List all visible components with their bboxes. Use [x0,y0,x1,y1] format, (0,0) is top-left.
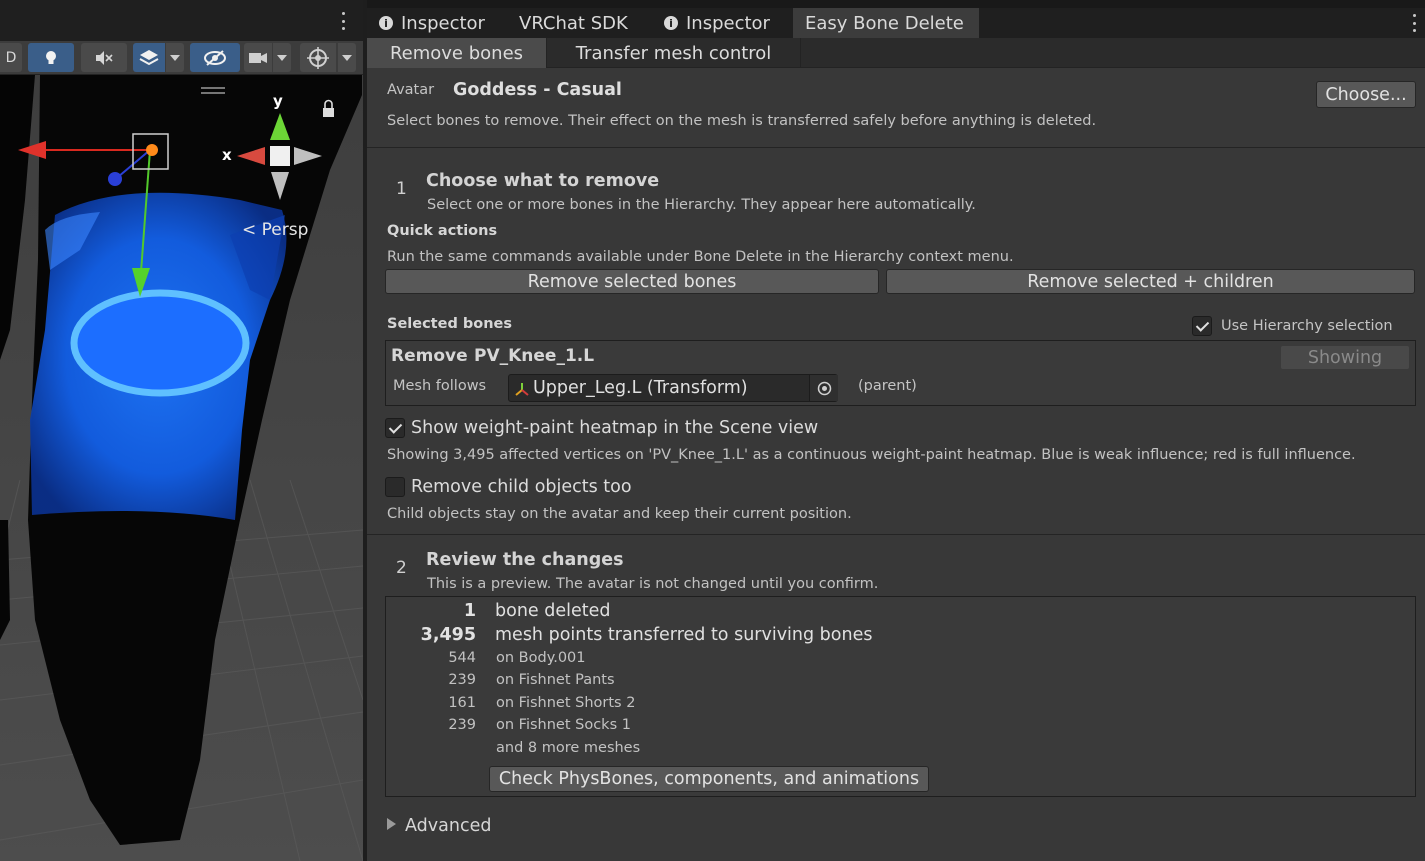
foldout-arrow-icon[interactable] [387,818,397,832]
avatar-name: Goddess - Casual [453,80,622,100]
quick-actions-title: Quick actions [387,223,498,239]
tab-easy-bone-delete[interactable]: Easy Bone Delete [793,8,979,38]
eye-hidden-icon [204,49,226,66]
remove-children-description: Child objects stay on the avatar and kee… [387,506,852,522]
heatmap-checkbox[interactable] [385,418,405,438]
scene-view[interactable]: D y x < Persp [0,0,363,861]
layers-icon [139,49,159,65]
mesh-label: on Fishnet Shorts 2 [496,695,636,711]
remove-children-label[interactable]: Remove child objects too [411,477,632,497]
selected-bone-card: Remove PV_Knee_1.L Showing Mesh follows … [385,340,1416,406]
easy-bone-delete-panel: Remove bones Transfer mesh control Avata… [367,38,1425,861]
mode-tabs: Remove bones Transfer mesh control [367,38,1425,68]
step1-number: 1 [396,179,407,199]
window-top-strip [367,0,1425,8]
mesh-label: on Fishnet Pants [496,672,615,688]
bones-deleted-label: bone deleted [495,601,611,621]
step2-subtitle: This is a preview. The avatar is not cha… [427,576,879,592]
tab-vrchat-sdk[interactable]: VRChat SDK [507,8,652,38]
remove-children-checkbox[interactable] [385,477,405,497]
mesh-count: 239 [448,717,476,733]
advanced-foldout[interactable]: Advanced [405,816,491,836]
mesh-label: on Body.001 [496,650,586,666]
section-divider [367,534,1425,535]
use-hierarchy-checkbox[interactable] [1192,316,1212,336]
mesh-label: on Fishnet Socks 1 [496,717,631,733]
effects-toggle-button[interactable] [133,43,165,72]
choose-avatar-button[interactable]: Choose... [1316,81,1416,108]
mesh-count: 544 [448,650,476,666]
tab-remove-bones[interactable]: Remove bones [367,38,547,68]
chevron-down-icon [277,54,287,61]
effects-dropdown-button[interactable] [166,43,184,72]
lighting-toggle-button[interactable] [28,43,74,72]
section-divider [367,147,1425,148]
tab-inspector-1[interactable]: i Inspector [367,8,507,38]
parent-note: (parent) [858,378,917,394]
gizmo-z-handle[interactable] [108,172,122,186]
gizmos-button[interactable] [300,43,336,72]
2d-toggle-button[interactable]: D [0,43,22,72]
mesh-count: 161 [448,695,476,711]
chevron-down-icon [342,54,352,61]
knee-bone-highlight [70,289,250,397]
remove-selected-children-button[interactable]: Remove selected + children [886,269,1415,294]
audio-toggle-button[interactable] [81,43,127,72]
info-icon: i [379,16,393,30]
audio-muted-icon [96,50,113,65]
window-tab-bar: i Inspector VRChat SDK i Inspector Easy Bo… [367,8,1425,38]
points-count: 3,495 [420,625,476,645]
avatar-label: Avatar [387,82,435,98]
tab-inspector-2[interactable]: i Inspector [652,8,797,38]
use-hierarchy-label: Use Hierarchy selection [1221,318,1393,334]
gizmo-globe-icon [307,46,329,69]
step1-title: Choose what to remove [426,171,660,191]
scene-toolbar: D [0,41,363,75]
scene-viewport[interactable] [0,0,363,861]
points-label: mesh points transferred to surviving bon… [495,625,873,645]
remove-selected-bones-button[interactable]: Remove selected bones [385,269,879,294]
visibility-toggle-button[interactable] [190,43,240,72]
axis-x-label: x [222,146,232,164]
gizmos-dropdown-button[interactable] [338,43,356,72]
chevron-down-icon [170,54,180,61]
axis-y-label: y [273,92,283,110]
tab-transfer-mesh-control[interactable]: Transfer mesh control [547,38,801,68]
camera-settings-button[interactable] [244,43,272,72]
showing-button[interactable]: Showing [1280,345,1410,370]
mesh-follows-value: Upper_Leg.L (Transform) [533,378,748,398]
heatmap-description: Showing 3,495 affected vertices on 'PV_K… [387,447,1356,463]
bone-name: PV_Knee_1.L [474,346,595,366]
mesh-follows-field[interactable]: Upper_Leg.L (Transform) [508,374,838,402]
avatar-description: Select bones to remove. Their effect on … [387,113,1097,129]
camera-dropdown-button[interactable] [273,43,291,72]
quick-actions-description: Run the same commands available under Bo… [387,249,1014,265]
review-summary-box: 1 bone deleted 3,495 mesh points transfe… [385,596,1416,797]
tab-menu-dots-icon[interactable] [1412,14,1416,32]
mesh-count: 239 [448,672,476,688]
projection-label[interactable]: < Persp [242,220,308,240]
camera-icon [249,52,267,63]
remove-label: Remove [391,346,468,366]
bones-deleted-count: 1 [463,601,476,621]
info-icon: i [664,16,678,30]
transform-icon [515,383,529,396]
heatmap-label[interactable]: Show weight-paint heatmap in the Scene v… [411,418,818,438]
persp-chevron-icon: < [242,220,257,240]
step2-title: Review the changes [426,550,624,570]
more-meshes-label: and 8 more meshes [496,740,641,756]
light-bulb-icon [46,50,56,64]
selected-bones-title: Selected bones [387,316,512,332]
target-picker-icon [817,381,832,396]
check-physbones-button[interactable]: Check PhysBones, components, and animati… [489,766,929,792]
step1-subtitle: Select one or more bones in the Hierarch… [427,197,976,213]
step2-number: 2 [396,558,407,578]
object-picker-button[interactable] [809,375,838,401]
scene-menu-dots-icon[interactable] [339,12,347,30]
mesh-follows-label: Mesh follows [393,378,487,394]
